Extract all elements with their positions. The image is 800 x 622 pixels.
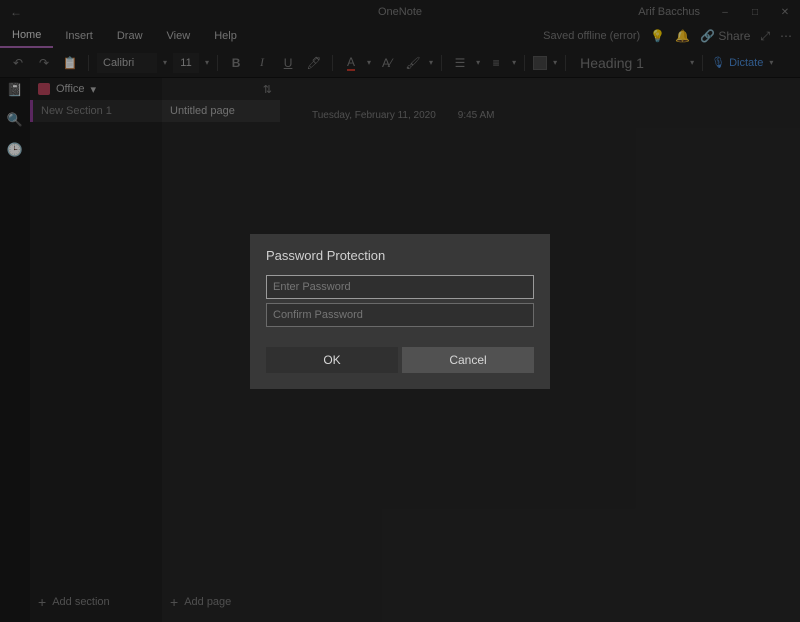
confirm-password-input[interactable] <box>266 303 534 327</box>
cancel-button[interactable]: Cancel <box>402 347 534 373</box>
enter-password-input[interactable] <box>266 275 534 299</box>
password-protection-dialog: Password Protection OK Cancel <box>250 234 550 389</box>
ok-button[interactable]: OK <box>266 347 398 373</box>
dialog-title: Password Protection <box>266 248 534 263</box>
modal-overlay: Password Protection OK Cancel <box>0 0 800 622</box>
